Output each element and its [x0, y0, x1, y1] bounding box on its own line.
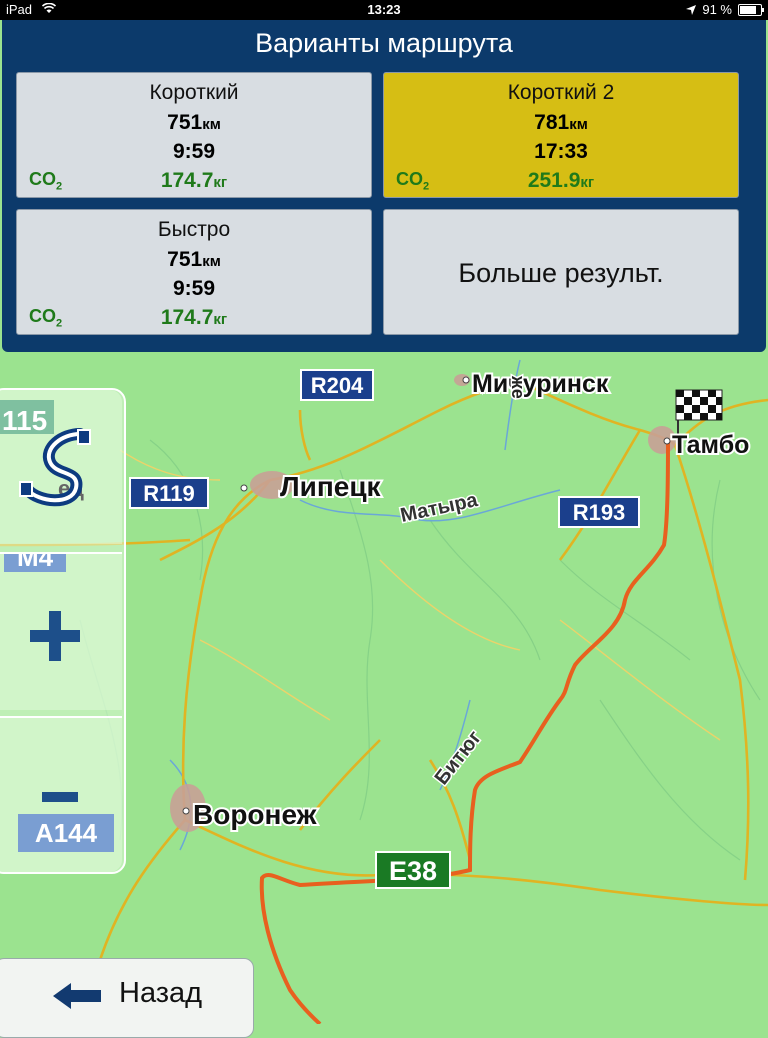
- svg-text:A144: A144: [35, 818, 98, 848]
- route-options-panel: Варианты маршрута Короткий 751км 9:59 CO…: [2, 20, 766, 352]
- route-emission: 174.7кг: [160, 306, 228, 329]
- route-distance: 751км: [167, 248, 221, 271]
- route-emission: 174.7кг: [160, 169, 228, 192]
- road-shield-r204: R204: [300, 369, 374, 401]
- zoom-in-button[interactable]: M4: [0, 540, 122, 710]
- zoom-out-button[interactable]: A144: [0, 716, 122, 872]
- status-right: 91 %: [686, 2, 764, 17]
- route-time: 9:59: [172, 140, 216, 163]
- back-button[interactable]: Назад: [0, 958, 254, 1038]
- route-option-fast[interactable]: Быстро 751км 9:59 CO2 174.7кг: [16, 209, 372, 335]
- svg-text:M4: M4: [17, 554, 54, 572]
- panel-title: Варианты маршрута: [255, 28, 513, 58]
- route-option-short-2[interactable]: Короткий 2 781км 17:33 CO2 251.9кг: [383, 72, 739, 198]
- river-label-partial: жe: [508, 375, 528, 399]
- city-label-tambov: Тамбо: [672, 431, 749, 459]
- more-results-button[interactable]: Больше результ.: [383, 209, 739, 335]
- location-arrow-icon: [686, 4, 697, 15]
- svg-text:R193: R193: [573, 500, 626, 525]
- route-distance: 781км: [534, 111, 588, 134]
- route-time: 9:59: [172, 277, 216, 300]
- route-option-short[interactable]: Короткий 751км 9:59 CO2 174.7кг: [16, 72, 372, 198]
- battery-percent: 91 %: [702, 2, 732, 17]
- route-emission: 251.9кг: [527, 169, 595, 192]
- road-shield-e38: E38: [375, 851, 451, 889]
- more-results-label: Больше результ.: [458, 258, 664, 288]
- route-mode-button[interactable]: 115 ец: [0, 390, 122, 544]
- road-shield-r119: R119: [129, 477, 209, 509]
- back-label: Назад: [119, 977, 203, 1009]
- map-controls: 115 ец M4 A144: [0, 388, 126, 874]
- status-bar: iPad 13:23 91 %: [0, 0, 768, 20]
- svg-text:R204: R204: [311, 373, 364, 398]
- city-label-michurinsk: Мичуринск: [472, 370, 609, 398]
- svg-text:R119: R119: [143, 481, 194, 506]
- city-label-lipetsk: Липецк: [280, 471, 382, 502]
- svg-text:E38: E38: [389, 856, 437, 886]
- route-name: Короткий: [149, 81, 239, 104]
- route-s-icon: 115 ец: [0, 400, 91, 507]
- route-name: Короткий 2: [507, 81, 615, 104]
- route-time: 17:33: [534, 140, 588, 163]
- city-label-voronezh: Воронеж: [193, 799, 318, 830]
- route-distance: 751км: [167, 111, 221, 134]
- minus-icon: A144: [18, 792, 114, 852]
- route-name: Быстро: [157, 218, 231, 241]
- svg-text:115: 115: [2, 405, 47, 436]
- status-time: 13:23: [367, 2, 401, 17]
- road-shield-r193: R193: [558, 496, 640, 528]
- battery-icon: [738, 3, 764, 16]
- arrow-left-icon: [53, 983, 101, 1009]
- plus-icon: M4: [4, 540, 80, 661]
